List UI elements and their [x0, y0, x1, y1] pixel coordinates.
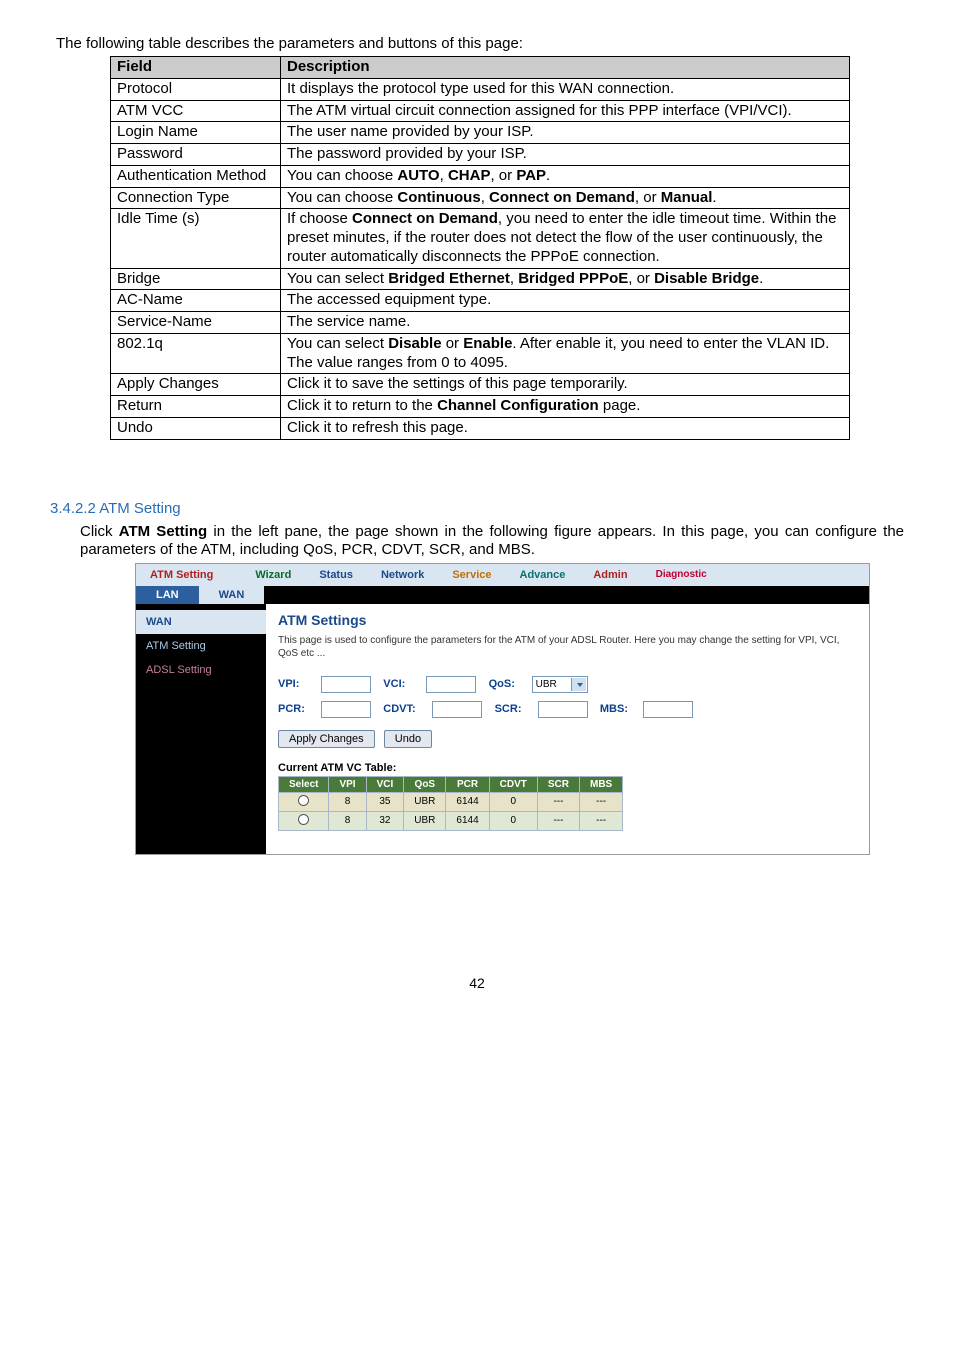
- nav-item[interactable]: Admin: [579, 569, 641, 581]
- section-paragraph: Click ATM Setting in the left pane, the …: [80, 523, 904, 559]
- sidebar-item-adsl-setting[interactable]: ADSL Setting: [136, 658, 266, 682]
- vc-th: Select: [279, 776, 329, 792]
- undo-button[interactable]: Undo: [384, 730, 432, 748]
- th-desc: Description: [281, 57, 850, 79]
- desc-cell: You can choose AUTO, CHAP, or PAP.: [281, 165, 850, 187]
- vc-th: MBS: [580, 776, 623, 792]
- vc-cell: 8: [329, 792, 366, 811]
- nav-item: ATM Setting: [136, 569, 241, 581]
- field-cell: Apply Changes: [111, 374, 281, 396]
- vc-cell: UBR: [404, 811, 446, 830]
- atm-setting-screenshot: ATM SettingWizardStatusNetworkServiceAdv…: [135, 563, 870, 855]
- desc-cell: It displays the protocol type used for t…: [281, 78, 850, 100]
- field-cell: Return: [111, 396, 281, 418]
- parameters-table: Field Description ProtocolIt displays th…: [110, 56, 850, 440]
- desc-cell: The user name provided by your ISP.: [281, 122, 850, 144]
- vc-cell: ---: [580, 792, 623, 811]
- field-cell: 802.1q: [111, 333, 281, 374]
- vc-cell: 0: [489, 811, 537, 830]
- nav-item[interactable]: Wizard: [241, 569, 305, 581]
- tab-wan[interactable]: WAN: [199, 586, 265, 604]
- th-field: Field: [111, 57, 281, 79]
- sidebar-item-wan[interactable]: WAN: [136, 610, 266, 634]
- intro-text: The following table describes the parame…: [56, 35, 904, 52]
- label-pcr: PCR:: [278, 703, 318, 715]
- label-scr: SCR:: [495, 703, 535, 715]
- desc-cell: Click it to save the settings of this pa…: [281, 374, 850, 396]
- label-mbs: MBS:: [600, 703, 640, 715]
- vc-th: CDVT: [489, 776, 537, 792]
- desc-cell: Click it to return to the Channel Config…: [281, 396, 850, 418]
- field-cell: Password: [111, 144, 281, 166]
- field-cell: ATM VCC: [111, 100, 281, 122]
- field-cell: Login Name: [111, 122, 281, 144]
- vc-cell: UBR: [404, 792, 446, 811]
- vc-cell: 8: [329, 811, 366, 830]
- select-radio[interactable]: [298, 814, 309, 825]
- field-cell: Protocol: [111, 78, 281, 100]
- desc-cell: Click it to refresh this page.: [281, 417, 850, 439]
- vc-cell: 32: [366, 811, 404, 830]
- sub-tabs: LAN WAN: [136, 586, 869, 604]
- field-cell: Connection Type: [111, 187, 281, 209]
- desc-cell: You can choose Continuous, Connect on De…: [281, 187, 850, 209]
- main-panel: ATM Settings This page is used to config…: [266, 604, 869, 854]
- vc-table: SelectVPIVCIQoSPCRCDVTSCRMBS 835UBR61440…: [278, 776, 623, 831]
- desc-cell: The ATM virtual circuit connection assig…: [281, 100, 850, 122]
- desc-cell: The password provided by your ISP.: [281, 144, 850, 166]
- field-cell: Idle Time (s): [111, 209, 281, 268]
- tab-lan[interactable]: LAN: [136, 586, 199, 604]
- vc-th: VPI: [329, 776, 366, 792]
- vc-cell: ---: [537, 811, 579, 830]
- label-cdvt: CDVT:: [383, 703, 429, 715]
- vc-th: VCI: [366, 776, 404, 792]
- desc-cell: The accessed equipment type.: [281, 290, 850, 312]
- label-vci: VCI:: [383, 678, 423, 690]
- vc-cell: 6144: [446, 792, 489, 811]
- vc-th: PCR: [446, 776, 489, 792]
- vc-th: SCR: [537, 776, 579, 792]
- label-vpi: VPI:: [278, 678, 318, 690]
- apply-changes-button[interactable]: Apply Changes: [278, 730, 375, 748]
- nav-item[interactable]: Advance: [506, 569, 580, 581]
- nav-item[interactable]: Service: [438, 569, 505, 581]
- section-heading: 3.4.2.2 ATM Setting: [50, 500, 904, 517]
- side-menu: WAN ATM Setting ADSL Setting: [136, 604, 266, 854]
- sidebar-item-atm-setting[interactable]: ATM Setting: [136, 634, 266, 658]
- top-nav: ATM SettingWizardStatusNetworkServiceAdv…: [136, 564, 869, 586]
- label-qos: QoS:: [489, 678, 529, 690]
- page-number: 42: [50, 975, 904, 991]
- select-radio[interactable]: [298, 795, 309, 806]
- input-vpi[interactable]: [321, 676, 371, 693]
- field-cell: Bridge: [111, 268, 281, 290]
- field-cell: Undo: [111, 417, 281, 439]
- desc-cell: You can select Bridged Ethernet, Bridged…: [281, 268, 850, 290]
- nav-item[interactable]: Network: [367, 569, 438, 581]
- nav-item[interactable]: Diagnostic: [642, 569, 721, 580]
- select-qos[interactable]: UBR: [532, 676, 588, 693]
- vc-cell: ---: [537, 792, 579, 811]
- input-cdvt[interactable]: [432, 701, 482, 718]
- vc-cell: 6144: [446, 811, 489, 830]
- desc-cell: If choose Connect on Demand, you need to…: [281, 209, 850, 268]
- input-pcr[interactable]: [321, 701, 371, 718]
- desc-cell: The service name.: [281, 312, 850, 334]
- input-scr[interactable]: [538, 701, 588, 718]
- desc-cell: You can select Disable or Enable. After …: [281, 333, 850, 374]
- nav-item[interactable]: Status: [305, 569, 367, 581]
- vc-th: QoS: [404, 776, 446, 792]
- vc-table-title: Current ATM VC Table:: [278, 762, 857, 774]
- vc-cell: 0: [489, 792, 537, 811]
- input-mbs[interactable]: [643, 701, 693, 718]
- field-cell: Service-Name: [111, 312, 281, 334]
- panel-note: This page is used to configure the param…: [278, 634, 857, 660]
- field-cell: Authentication Method: [111, 165, 281, 187]
- input-vci[interactable]: [426, 676, 476, 693]
- vc-cell: ---: [580, 811, 623, 830]
- vc-cell: 35: [366, 792, 404, 811]
- field-cell: AC-Name: [111, 290, 281, 312]
- panel-title: ATM Settings: [278, 612, 857, 628]
